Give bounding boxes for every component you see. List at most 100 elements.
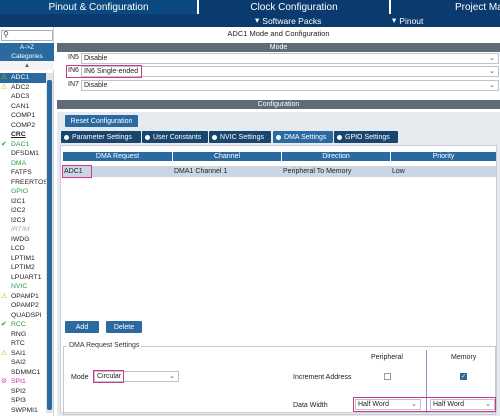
category-item[interactable]: IWDG xyxy=(0,235,46,245)
category-item[interactable]: RTC xyxy=(0,339,46,349)
category-item[interactable]: LPTIM1 xyxy=(0,254,46,264)
mode-select-in6[interactable]: IN6 Single-ended ⌄ xyxy=(81,66,499,77)
mode-select-in5[interactable]: Disable ⌄ xyxy=(81,53,499,64)
search-input[interactable]: ⚲ xyxy=(1,30,53,41)
category-item[interactable]: ✔ RCC xyxy=(0,320,46,330)
radio-dot-icon xyxy=(276,134,281,140)
tab-pinout-configuration[interactable]: Pinout & Configuration xyxy=(0,0,197,14)
tab-parameter-settings[interactable]: Parameter Settings xyxy=(61,131,141,143)
category-label: QUADSPI xyxy=(11,311,42,319)
category-item[interactable]: I2C3 xyxy=(0,216,46,226)
category-item[interactable]: ⚠ SAI1 xyxy=(0,349,46,359)
category-item[interactable]: NVIC xyxy=(0,282,46,292)
warning-icon: ⚠ xyxy=(1,74,8,81)
category-item[interactable]: FREERTOS xyxy=(0,178,48,188)
category-label: SPI2 xyxy=(11,387,26,395)
category-item[interactable]: SDMMC1 xyxy=(0,368,46,378)
software-packs-menu[interactable]: ▾ Software Packs xyxy=(255,14,321,27)
category-label: RTC xyxy=(11,340,25,347)
category-label: IWDG xyxy=(11,235,30,243)
category-item[interactable]: SAI2 xyxy=(0,358,46,368)
reset-configuration-button[interactable]: Reset Configuration xyxy=(65,115,138,127)
category-item[interactable]: I2C2 xyxy=(0,206,46,216)
category-item[interactable]: ADC3 xyxy=(0,92,46,102)
category-label: DFSDM1 xyxy=(11,150,39,157)
category-label: DAC1 xyxy=(11,140,30,148)
category-item[interactable]: DFSDM1 xyxy=(0,149,46,159)
mode-header: Mode xyxy=(57,43,500,52)
category-label: SPI1 xyxy=(11,378,26,385)
category-item[interactable]: ✔ DAC1 xyxy=(0,140,46,150)
category-label: FATFS xyxy=(11,169,32,176)
chevron-down-icon: ⌄ xyxy=(489,55,495,62)
category-label: I2C3 xyxy=(11,216,26,224)
categories-tab[interactable]: Categories xyxy=(0,52,54,61)
category-label: SPI3 xyxy=(11,397,26,404)
category-item[interactable]: ⊘ SPI1 xyxy=(0,377,46,387)
category-item[interactable]: LCD xyxy=(0,244,46,254)
highlight-box xyxy=(66,65,142,78)
category-item[interactable]: SPI2 xyxy=(0,387,46,397)
table-cell-channel: DMA1 Channel 1 xyxy=(174,168,228,175)
category-item[interactable]: COMP2 xyxy=(0,121,46,131)
table-row[interactable] xyxy=(63,166,496,177)
category-item[interactable]: SWPMI1 xyxy=(0,406,46,416)
category-item[interactable]: SPI3 xyxy=(0,396,46,406)
table-cell-priority: Low xyxy=(392,168,405,175)
category-item[interactable]: DMA xyxy=(0,159,46,169)
category-label: LCD xyxy=(11,245,25,252)
category-item[interactable]: ⚠ OPAMP1 xyxy=(0,292,46,302)
mode-field-label: Mode xyxy=(71,374,89,381)
category-item[interactable]: I2C1 xyxy=(0,197,46,207)
category-item[interactable]: ⚠ ADC2 xyxy=(0,83,46,93)
tab-project-manager[interactable]: Project Ma xyxy=(391,0,500,14)
tab-nvic-settings[interactable]: NVIC Settings xyxy=(209,131,271,143)
column-header-channel[interactable]: Channel xyxy=(173,152,281,161)
scroll-up-arrow-icon[interactable]: ▲ xyxy=(0,61,54,70)
chevron-down-icon: ⌄ xyxy=(489,68,495,75)
group-title: DMA Request Settings xyxy=(67,342,142,349)
tab-label: DMA Settings xyxy=(284,133,327,141)
category-item[interactable]: FATFS xyxy=(0,168,46,178)
tab-label: GPIO Settings xyxy=(345,133,390,141)
category-item[interactable]: ⚠ ADC1 xyxy=(0,73,46,83)
category-item[interactable]: GPIO xyxy=(0,187,46,197)
memory-increment-checkbox[interactable]: ✓ xyxy=(460,373,467,380)
tab-user-constants[interactable]: User Constants xyxy=(142,131,208,143)
pinout-menu[interactable]: ▾ Pinout xyxy=(392,14,423,27)
sort-button[interactable]: A->Z xyxy=(0,43,54,52)
mode-label: IN5 xyxy=(68,54,79,61)
category-item[interactable]: COMP1 xyxy=(0,111,46,121)
category-item[interactable]: OPAMP2 xyxy=(0,301,46,311)
mode-select-in7[interactable]: Disable ⌄ xyxy=(81,80,499,91)
category-label: OPAMP1 xyxy=(11,292,39,300)
delete-button[interactable]: Delete xyxy=(106,321,142,333)
category-item[interactable]: RNG xyxy=(0,330,46,340)
mode-label: IN7 xyxy=(68,81,79,88)
tab-gpio-settings[interactable]: GPIO Settings xyxy=(334,131,398,143)
category-item[interactable]: QUADSPI xyxy=(0,311,46,321)
configuration-header: Configuration xyxy=(57,100,500,109)
peripheral-column-label: Peripheral xyxy=(371,354,403,361)
check-icon: ✔ xyxy=(1,321,7,328)
warning-icon: ⚠ xyxy=(1,292,8,300)
increment-address-label: Increment Address xyxy=(293,374,352,381)
memory-column-label: Memory xyxy=(451,354,477,361)
tab-clock-configuration[interactable]: Clock Configuration xyxy=(199,0,389,14)
category-item[interactable]: IRTIM xyxy=(0,225,46,235)
category-label: ADC2 xyxy=(11,83,30,91)
tab-dma-settings[interactable]: DMA Settings xyxy=(273,131,333,143)
category-item[interactable]: CAN1 xyxy=(0,102,46,112)
peripheral-increment-checkbox[interactable] xyxy=(384,373,391,380)
column-header-priority[interactable]: Priority xyxy=(391,152,496,161)
column-header-dma-request[interactable]: DMA Request xyxy=(63,152,172,161)
category-scrollbar-thumb[interactable] xyxy=(47,80,52,410)
category-item[interactable]: LPUART1 xyxy=(0,273,46,283)
category-item[interactable]: CRC xyxy=(0,130,46,140)
highlight-box xyxy=(93,370,124,383)
column-header-direction[interactable]: Direction xyxy=(282,152,390,161)
category-item[interactable]: LPTIM2 xyxy=(0,263,46,273)
add-button[interactable]: Add xyxy=(65,321,99,333)
category-label: ADC1 xyxy=(11,74,30,81)
category-label: SAI1 xyxy=(11,349,26,357)
